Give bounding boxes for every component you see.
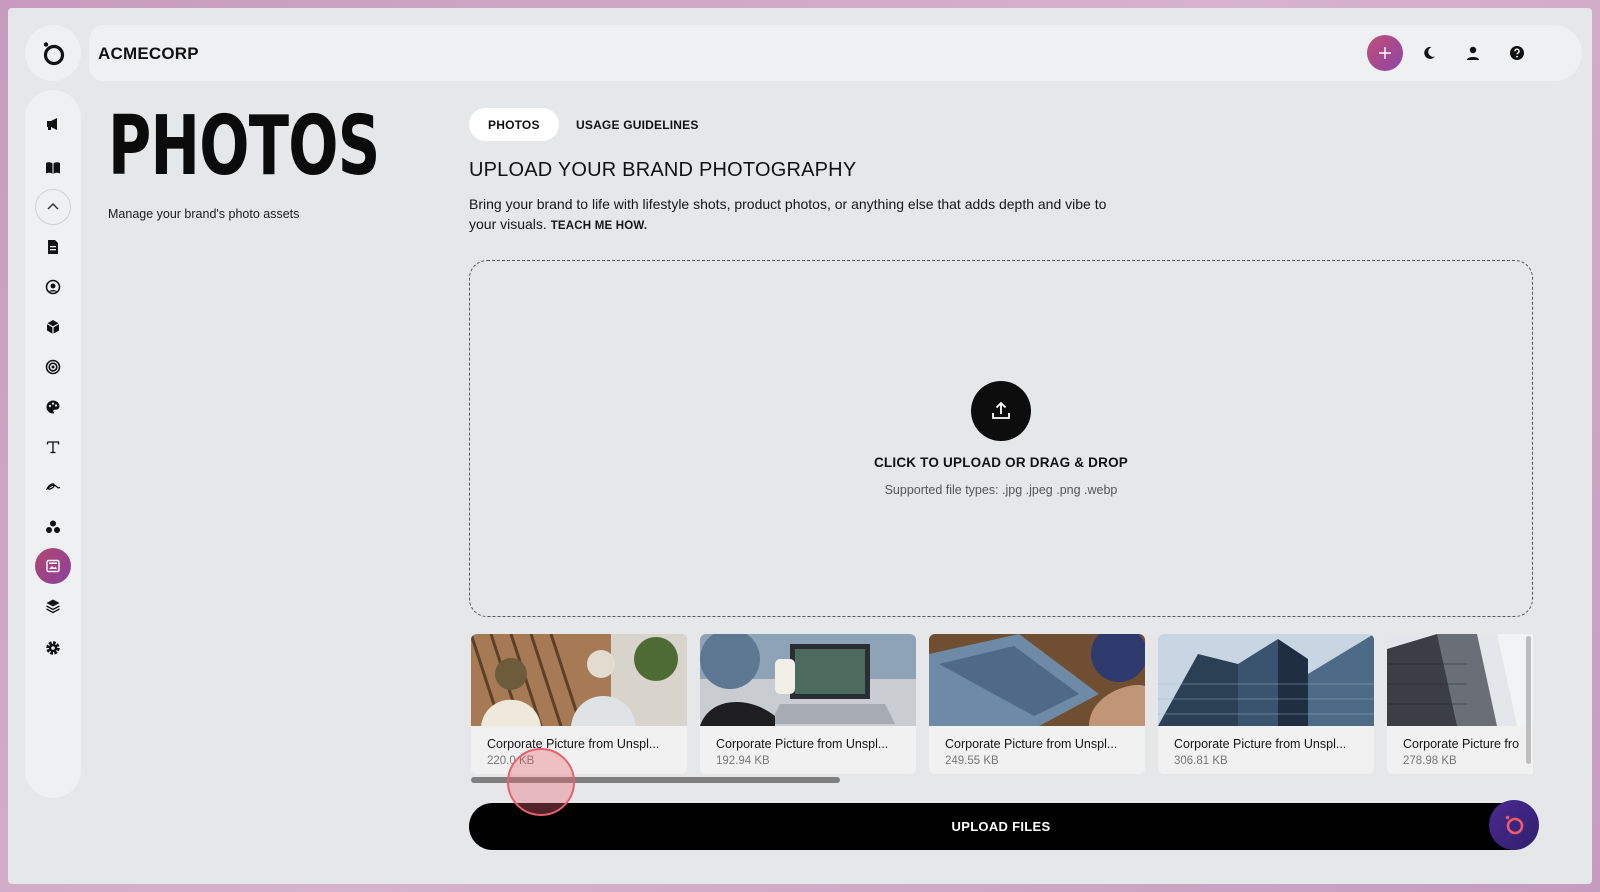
settings-icon <box>46 641 60 655</box>
tab-usage-guidelines[interactable]: USAGE GUIDELINES <box>557 108 718 141</box>
palette-icon <box>46 400 60 414</box>
help-icon <box>1510 46 1524 60</box>
photo-name: Corporate Picture fro <box>1403 737 1520 751</box>
photo-thumbnail <box>1158 634 1374 726</box>
logo-icon <box>43 42 65 66</box>
dropzone-file-types: Supported file types: .jpg .jpeg .png .w… <box>884 483 1118 497</box>
upload-files-button[interactable]: UPLOAD FILES <box>469 803 1533 850</box>
sidebar-collapse-toggle[interactable] <box>35 189 71 225</box>
photo-card[interactable]: Corporate Picture fro 278.98 KB <box>1387 634 1533 774</box>
app-logo[interactable] <box>25 25 81 81</box>
assistant-logo-icon <box>1505 815 1524 835</box>
moon-icon <box>1424 46 1435 59</box>
profile-button[interactable] <box>1455 35 1491 71</box>
dark-mode-toggle[interactable] <box>1411 35 1447 71</box>
sidebar-item-elements[interactable] <box>35 509 71 545</box>
assistant-button[interactable] <box>1489 800 1539 850</box>
photo-size: 192.94 KB <box>716 755 770 767</box>
sidebar-item-photos[interactable] <box>35 548 71 584</box>
section-description: Bring your brand to life with lifestyle … <box>469 194 1119 236</box>
click-indicator <box>507 748 575 816</box>
cube-icon <box>46 320 60 334</box>
page-subtitle: Manage your brand's photo assets <box>108 207 300 221</box>
photo-card[interactable]: Corporate Picture from Unspl... 306.81 K… <box>1158 634 1374 774</box>
megaphone-icon <box>47 118 57 130</box>
user-circle-icon <box>45 279 61 295</box>
app-window: ACMECORP PHOTOS Manage your brand's phot… <box>8 8 1592 884</box>
tab-photos[interactable]: PHOTOS <box>469 108 559 141</box>
sidebar-item-products[interactable] <box>35 309 71 345</box>
plus-icon <box>1379 47 1391 59</box>
workspace-name[interactable]: ACMECORP <box>98 44 199 64</box>
page-title: PHOTOS <box>108 99 380 194</box>
chevron-up-icon <box>47 202 59 210</box>
sidebar-item-persona[interactable] <box>35 269 71 305</box>
sidebar-item-templates[interactable] <box>35 588 71 624</box>
photo-size: 249.55 KB <box>945 755 999 767</box>
top-bar: ACMECORP <box>89 25 1582 81</box>
sidebar-item-colors[interactable] <box>35 389 71 425</box>
photo-card[interactable]: Corporate Picture from Unspl... 192.94 K… <box>700 634 916 774</box>
sidebar-item-typography[interactable] <box>35 429 71 465</box>
photo-icon <box>46 559 60 573</box>
photo-name: Corporate Picture from Unspl... <box>487 737 660 751</box>
sidebar-item-announcements[interactable] <box>35 106 71 142</box>
photo-name: Corporate Picture from Unspl... <box>1174 737 1347 751</box>
upload-button-circle[interactable] <box>971 381 1031 441</box>
photo-thumbnail <box>1387 634 1533 726</box>
document-icon <box>48 240 58 254</box>
sidebar-item-guide[interactable] <box>35 150 71 186</box>
sidebar-rail <box>25 90 81 798</box>
section-title: UPLOAD YOUR BRAND PHOTOGRAPHY <box>469 159 857 181</box>
photo-thumbnail <box>700 634 916 726</box>
photo-name: Corporate Picture from Unspl... <box>945 737 1118 751</box>
layers-icon <box>46 599 60 614</box>
dropzone-title: CLICK TO UPLOAD OR DRAG & DROP <box>873 455 1128 470</box>
photo-gallery: Corporate Picture from Unspl... 220.0 KB… <box>469 632 1533 782</box>
photo-thumbnail <box>929 634 1145 726</box>
typography-icon <box>46 441 60 454</box>
upload-dropzone[interactable]: CLICK TO UPLOAD OR DRAG & DROP Supported… <box>469 260 1533 617</box>
gallery-vertical-scrollbar[interactable] <box>1526 636 1531 764</box>
photo-card[interactable]: Corporate Picture from Unspl... 249.55 K… <box>929 634 1145 774</box>
help-button[interactable] <box>1499 35 1535 71</box>
add-button[interactable] <box>1367 35 1403 71</box>
upload-icon <box>992 401 1010 419</box>
teach-me-how-link[interactable]: TEACH ME HOW. <box>551 220 648 232</box>
sidebar-item-goals[interactable] <box>35 349 71 385</box>
user-icon <box>1467 46 1479 60</box>
sidebar-item-settings[interactable] <box>35 630 71 666</box>
sidebar-item-logos[interactable] <box>35 469 71 505</box>
photo-thumbnail <box>471 634 687 726</box>
shapes-icon <box>46 520 60 533</box>
photo-card[interactable]: Corporate Picture from Unspl... 220.0 KB <box>471 634 687 774</box>
photo-name: Corporate Picture from Unspl... <box>716 737 889 751</box>
photo-size: 306.81 KB <box>1174 755 1228 767</box>
signature-icon <box>45 483 61 491</box>
photo-size: 278.98 KB <box>1403 755 1457 767</box>
target-icon <box>45 359 61 375</box>
book-icon <box>46 162 60 174</box>
sidebar-item-documents[interactable] <box>35 229 71 265</box>
